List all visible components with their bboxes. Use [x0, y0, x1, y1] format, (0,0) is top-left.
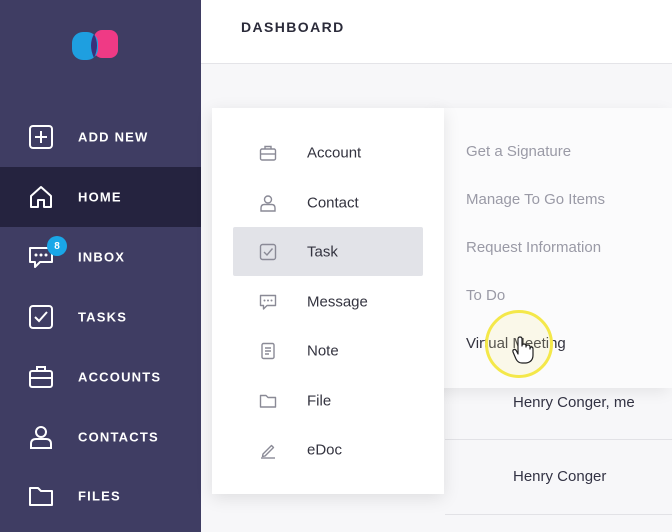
- submenu-item-manage-to-go[interactable]: Manage To Go Items: [466, 191, 605, 208]
- submenu-item-get-signature[interactable]: Get a Signature: [466, 143, 571, 160]
- hand-pointer-icon: [512, 336, 534, 364]
- nav-tasks[interactable]: TASKS: [0, 287, 201, 347]
- top-header: DASHBOARD: [201, 0, 672, 64]
- row-divider: [445, 439, 672, 440]
- menu-item-edoc[interactable]: eDoc: [233, 425, 423, 474]
- home-icon: [28, 184, 54, 210]
- menu-item-label: Note: [307, 342, 339, 359]
- pen-icon: [259, 441, 277, 459]
- briefcase-icon: [259, 144, 277, 162]
- nav-label: FILES: [78, 488, 121, 504]
- menu-item-label: Task: [307, 243, 338, 260]
- menu-item-file[interactable]: File: [233, 376, 423, 425]
- menu-item-message[interactable]: Message: [233, 277, 423, 326]
- nav-label: ADD NEW: [78, 129, 149, 145]
- note-icon: [259, 342, 277, 360]
- nav-files[interactable]: FILES: [0, 466, 201, 526]
- person-icon: [259, 194, 277, 212]
- inbox-count-badge: 8: [47, 236, 67, 256]
- plus-square-icon: [28, 124, 54, 150]
- folder-icon: [259, 392, 277, 410]
- nav-add-new[interactable]: ADD NEW: [0, 107, 201, 167]
- checkbox-icon: [259, 243, 277, 261]
- list-item[interactable]: Henry Conger, me: [513, 394, 635, 411]
- row-divider: [445, 514, 672, 515]
- nav-label: TASKS: [78, 309, 128, 325]
- add-new-menu: Account Contact Task Message Note File e…: [212, 108, 444, 494]
- app-logo[interactable]: [70, 28, 122, 62]
- chat-icon: [259, 293, 277, 311]
- nav-home[interactable]: HOME: [0, 167, 201, 227]
- nav-label: CONTACTS: [78, 429, 159, 445]
- task-submenu: Get a Signature Manage To Go Items Reque…: [436, 108, 672, 388]
- nav-inbox[interactable]: 8 INBOX: [0, 227, 201, 287]
- sidebar: ADD NEW HOME 8 INBOX TASKS ACCOUNTS CONT…: [0, 0, 201, 532]
- list-item[interactable]: Henry Conger: [513, 468, 606, 485]
- menu-item-label: Message: [307, 293, 368, 310]
- nav-label: HOME: [78, 189, 122, 205]
- submenu-item-request-information[interactable]: Request Information: [466, 239, 601, 256]
- nav-label: ACCOUNTS: [78, 369, 162, 385]
- menu-item-account[interactable]: Account: [233, 128, 423, 177]
- menu-item-contact[interactable]: Contact: [233, 178, 423, 227]
- checkbox-icon: [28, 304, 54, 330]
- briefcase-icon: [28, 364, 54, 390]
- menu-item-label: Contact: [307, 194, 359, 211]
- submenu-item-to-do[interactable]: To Do: [466, 287, 505, 304]
- menu-item-label: File: [307, 392, 332, 409]
- menu-item-task[interactable]: Task: [233, 227, 423, 276]
- nav-accounts[interactable]: ACCOUNTS: [0, 347, 201, 407]
- menu-item-label: Account: [307, 144, 362, 161]
- page-title: DASHBOARD: [241, 19, 345, 35]
- person-icon: [28, 424, 54, 450]
- nav-label: INBOX: [78, 249, 126, 265]
- menu-item-label: eDoc: [307, 441, 343, 458]
- folder-icon: [28, 483, 54, 509]
- menu-item-note[interactable]: Note: [233, 326, 423, 375]
- nav-contacts[interactable]: CONTACTS: [0, 407, 201, 467]
